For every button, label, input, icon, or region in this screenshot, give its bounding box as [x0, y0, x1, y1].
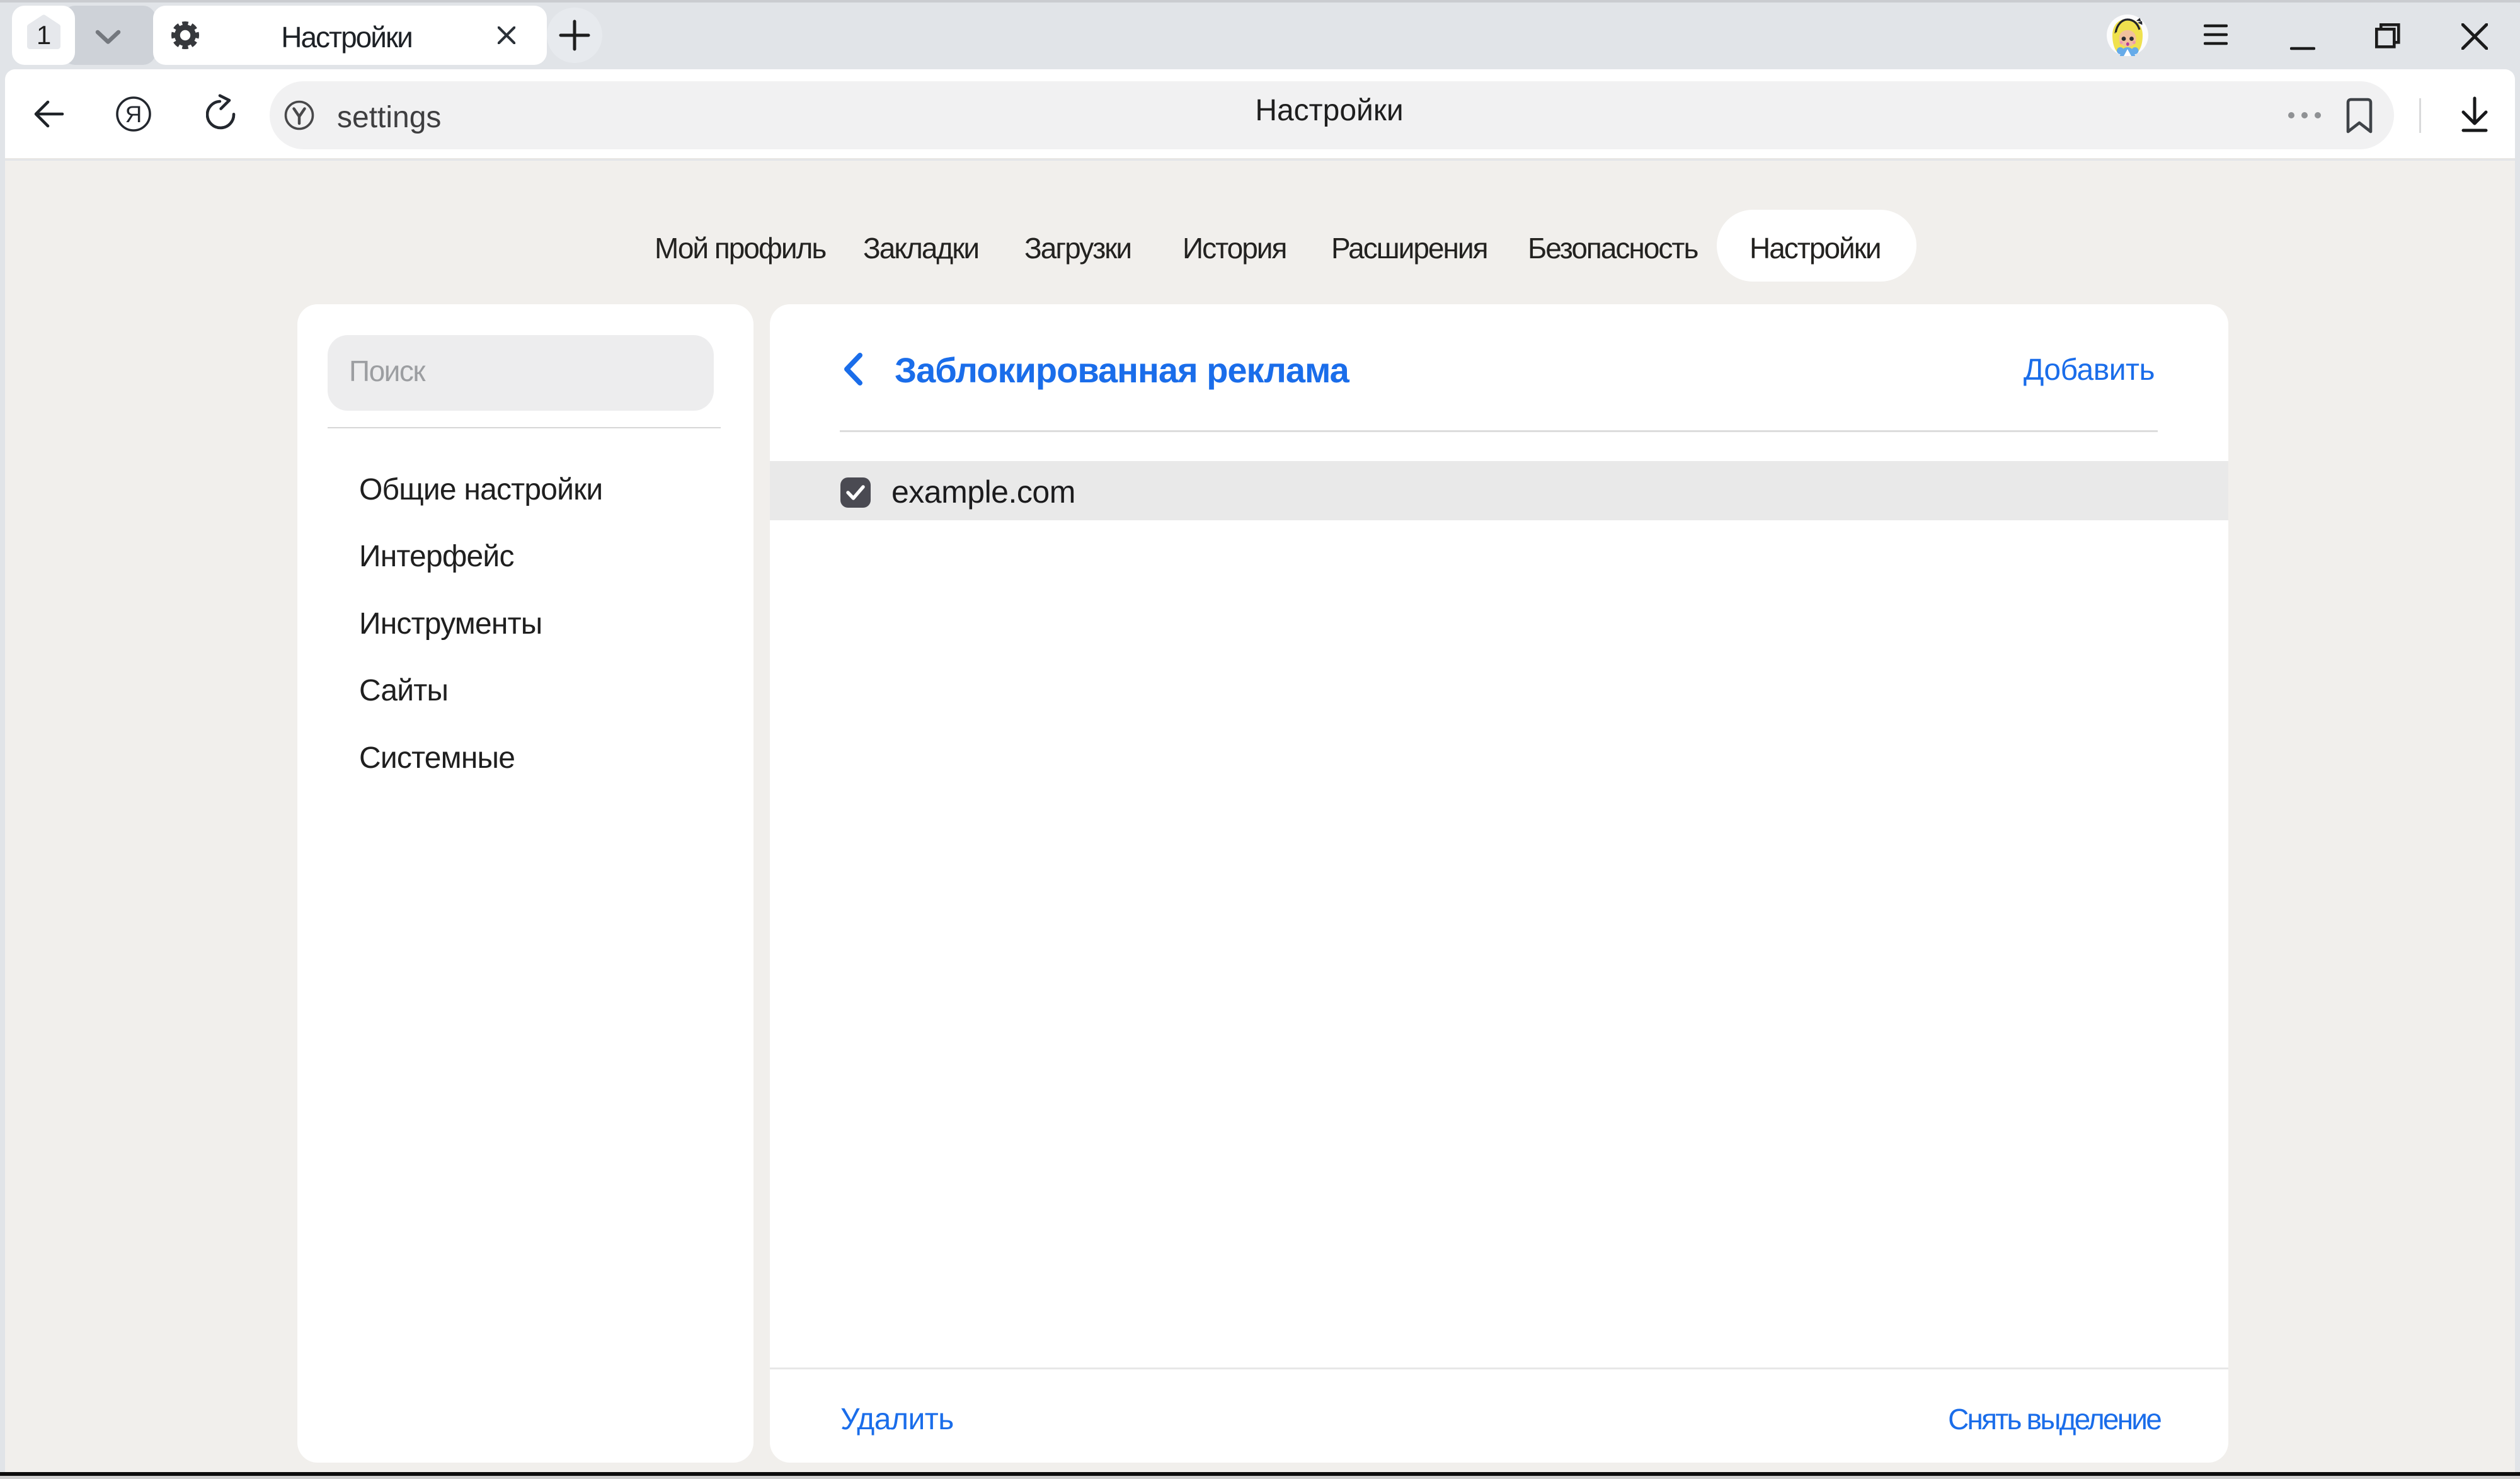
svg-text:1: 1: [37, 20, 51, 50]
svg-text:Я: Я: [125, 101, 142, 127]
